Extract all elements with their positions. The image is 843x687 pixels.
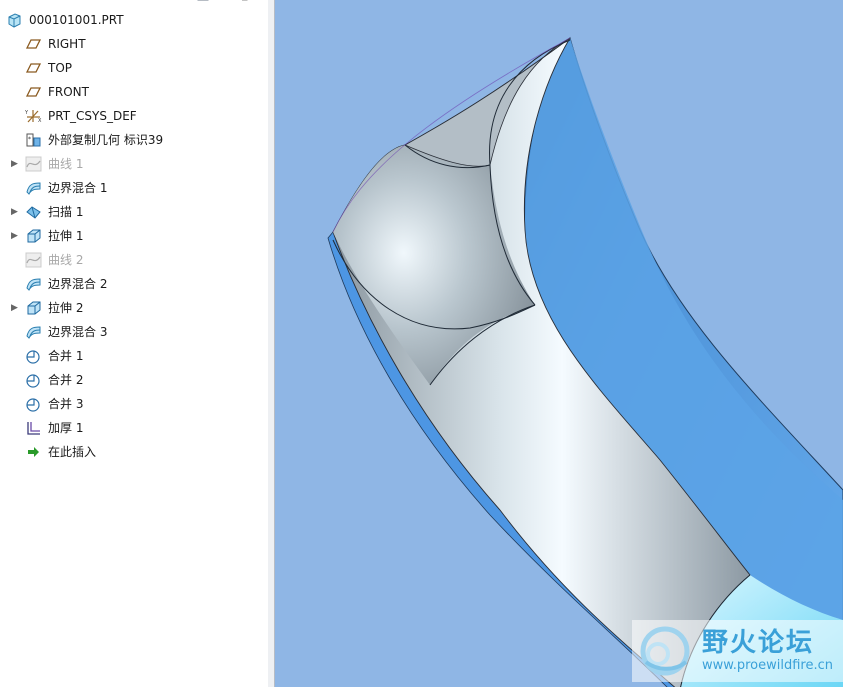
tree-item-insert-here[interactable]: 在此插入: [0, 440, 268, 464]
model-tree-list: 000101001.PRT RIGHT TOP FRONT Y X PRT_CS…: [0, 8, 268, 464]
tree-item-label: TOP: [48, 61, 73, 75]
forum-watermark: 野火论坛 www.proewildfire.cn: [632, 620, 843, 682]
svg-text:Y: Y: [25, 110, 29, 116]
tree-item-label: 扫描 1: [48, 205, 84, 219]
tree-item-label: FRONT: [48, 85, 89, 99]
datum-plane-icon: [25, 87, 42, 97]
tree-item-label: 曲线 1: [48, 157, 84, 171]
tree-toolbar: [140, 0, 268, 4]
tree-item-label: 边界混合 3: [48, 325, 108, 339]
expand-arrow-icon[interactable]: ▶: [11, 231, 21, 241]
tree-item-label: 合并 1: [48, 349, 84, 363]
extrude-icon: [27, 301, 41, 315]
tree-item-merge-2[interactable]: 合并 2: [0, 368, 268, 392]
tree-item-label: 合并 2: [48, 373, 84, 387]
tree-item-label: 曲线 2: [48, 253, 84, 267]
extrude-icon: [27, 229, 41, 243]
model-tree-panel: 000101001.PRT RIGHT TOP FRONT Y X PRT_CS…: [0, 0, 269, 687]
part-icon: [8, 13, 21, 28]
svg-text:*: *: [28, 136, 31, 143]
show-icon[interactable]: [197, 0, 209, 2]
tree-item-label: 外部复制几何 标识39: [48, 133, 164, 147]
tree-item-boundary-blend-1[interactable]: 边界混合 1: [0, 176, 268, 200]
tree-item-boundary-blend-3[interactable]: 边界混合 3: [0, 320, 268, 344]
expand-arrow-icon[interactable]: ▶: [11, 207, 21, 217]
tree-item-curve-2[interactable]: 曲线 2: [0, 248, 268, 272]
tree-item-curve-1[interactable]: ▶ 曲线 1: [0, 152, 268, 176]
csys-icon: Y X: [25, 110, 42, 124]
filter-icon[interactable]: [242, 0, 254, 2]
thicken-icon: [27, 422, 40, 435]
root-part-label: 000101001.PRT: [29, 13, 124, 27]
tree-root-part[interactable]: 000101001.PRT: [0, 8, 268, 32]
tree-item-thicken-1[interactable]: 加厚 1: [0, 416, 268, 440]
boundary-blend-icon: [26, 182, 41, 195]
insert-here-arrow-icon: [28, 447, 39, 457]
graphics-viewport[interactable]: 野火论坛 www.proewildfire.cn: [275, 0, 843, 687]
tree-item-merge-1[interactable]: 合并 1: [0, 344, 268, 368]
tree-item-label: 边界混合 1: [48, 181, 108, 195]
tree-item-label: 边界混合 2: [48, 277, 108, 291]
boundary-blend-icon: [26, 278, 41, 291]
expand-arrow-icon[interactable]: ▶: [11, 159, 21, 169]
svg-text:X: X: [38, 118, 42, 124]
tree-item-label: 拉伸 2: [48, 301, 84, 315]
sweep-icon: [26, 206, 41, 219]
3d-model-render[interactable]: [275, 0, 843, 687]
tree-item-front[interactable]: FRONT: [0, 80, 268, 104]
tree-item-label: PRT_CSYS_DEF: [48, 109, 137, 123]
datum-plane-icon: [25, 63, 42, 73]
tree-item-merge-3[interactable]: 合并 3: [0, 392, 268, 416]
tree-item-external-copy[interactable]: * 外部复制几何 标识39: [0, 128, 268, 152]
merge-icon: [26, 398, 40, 412]
tree-item-extrude-1[interactable]: ▶ 拉伸 1: [0, 224, 268, 248]
tree-item-extrude-2[interactable]: ▶ 拉伸 2: [0, 296, 268, 320]
tree-item-label: 合并 3: [48, 397, 84, 411]
merge-icon: [26, 374, 40, 388]
tree-item-sweep-1[interactable]: ▶ 扫描 1: [0, 200, 268, 224]
external-copy-geom-icon: *: [26, 133, 41, 147]
settings-icon[interactable]: [156, 0, 168, 2]
tree-item-label: 加厚 1: [48, 421, 84, 435]
boundary-blend-icon: [26, 326, 41, 339]
panel-splitter[interactable]: [268, 0, 275, 687]
merge-icon: [26, 350, 40, 364]
watermark-logo-icon: [640, 626, 690, 676]
tree-item-label: 拉伸 1: [48, 229, 84, 243]
watermark-url: www.proewildfire.cn: [702, 658, 833, 673]
tree-item-top[interactable]: TOP: [0, 56, 268, 80]
tree-item-boundary-blend-2[interactable]: 边界混合 2: [0, 272, 268, 296]
tree-item-right[interactable]: RIGHT: [0, 32, 268, 56]
tree-item-label: RIGHT: [48, 37, 86, 51]
tree-item-csys[interactable]: Y X PRT_CSYS_DEF: [0, 104, 268, 128]
datum-plane-icon: [25, 39, 42, 49]
expand-arrow-icon[interactable]: ▶: [11, 303, 21, 313]
curve-icon: [25, 156, 42, 172]
curve-icon: [25, 252, 42, 268]
tree-item-label: 在此插入: [48, 445, 97, 459]
watermark-title: 野火论坛: [702, 628, 815, 658]
